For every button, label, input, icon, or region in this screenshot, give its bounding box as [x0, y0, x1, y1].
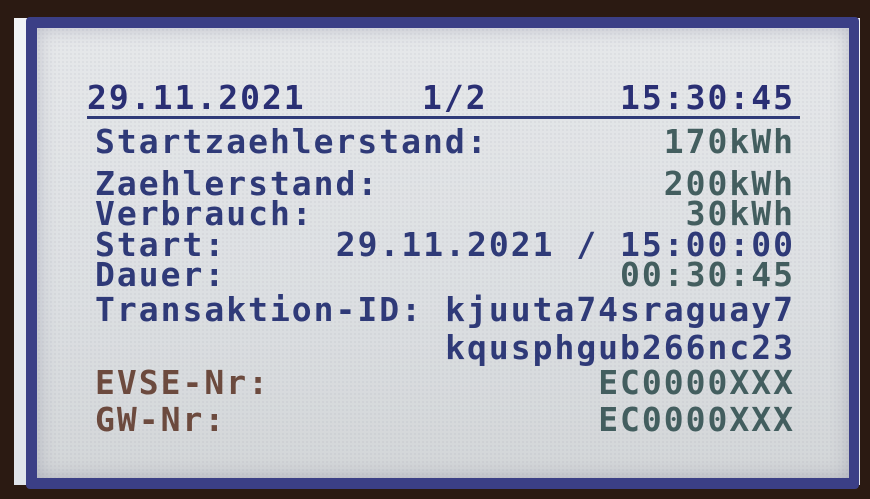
header-row: 29.11.2021 1/2 15:30:45: [37, 78, 849, 118]
label-startzaehlerstand: Startzaehlerstand:: [95, 122, 489, 161]
page-indicator: 1/2: [422, 78, 488, 117]
background-right: [860, 0, 870, 499]
label-evse-nr: EVSE-Nr:: [95, 363, 270, 402]
value-dauer: 00:30:45: [620, 255, 795, 294]
background-top: [0, 0, 870, 18]
header-time: 15:30:45: [620, 78, 795, 117]
row-dauer: Dauer: 00:30:45: [37, 255, 849, 295]
row-transaktion-id-cont: kqusphgub266nc23: [37, 328, 849, 368]
header-divider: [87, 116, 800, 119]
label-gw-nr: GW-Nr:: [95, 400, 227, 439]
lcd-screen: 29.11.2021 1/2 15:30:45 Startzaehlerstan…: [37, 28, 849, 478]
value-evse-nr: EC0000XXX: [598, 363, 795, 402]
value-gw-nr: EC0000XXX: [598, 400, 795, 439]
header-date: 29.11.2021: [87, 78, 306, 117]
row-transaktion-id: Transaktion-ID: kjuuta74sraguay7: [37, 290, 849, 330]
value-transaktion-id-line1: kjuuta74sraguay7: [445, 290, 795, 329]
row-gw-nr: GW-Nr: EC0000XXX: [37, 400, 849, 440]
row-evse-nr: EVSE-Nr: EC0000XXX: [37, 363, 849, 403]
value-transaktion-id-line2: kqusphgub266nc23: [445, 328, 795, 367]
label-dauer: Dauer:: [95, 255, 227, 294]
label-transaktion-id: Transaktion-ID:: [95, 290, 424, 329]
value-startzaehlerstand: 170kWh: [663, 122, 795, 161]
background-left: [0, 0, 14, 499]
row-startzaehlerstand: Startzaehlerstand: 170kWh: [37, 122, 849, 162]
